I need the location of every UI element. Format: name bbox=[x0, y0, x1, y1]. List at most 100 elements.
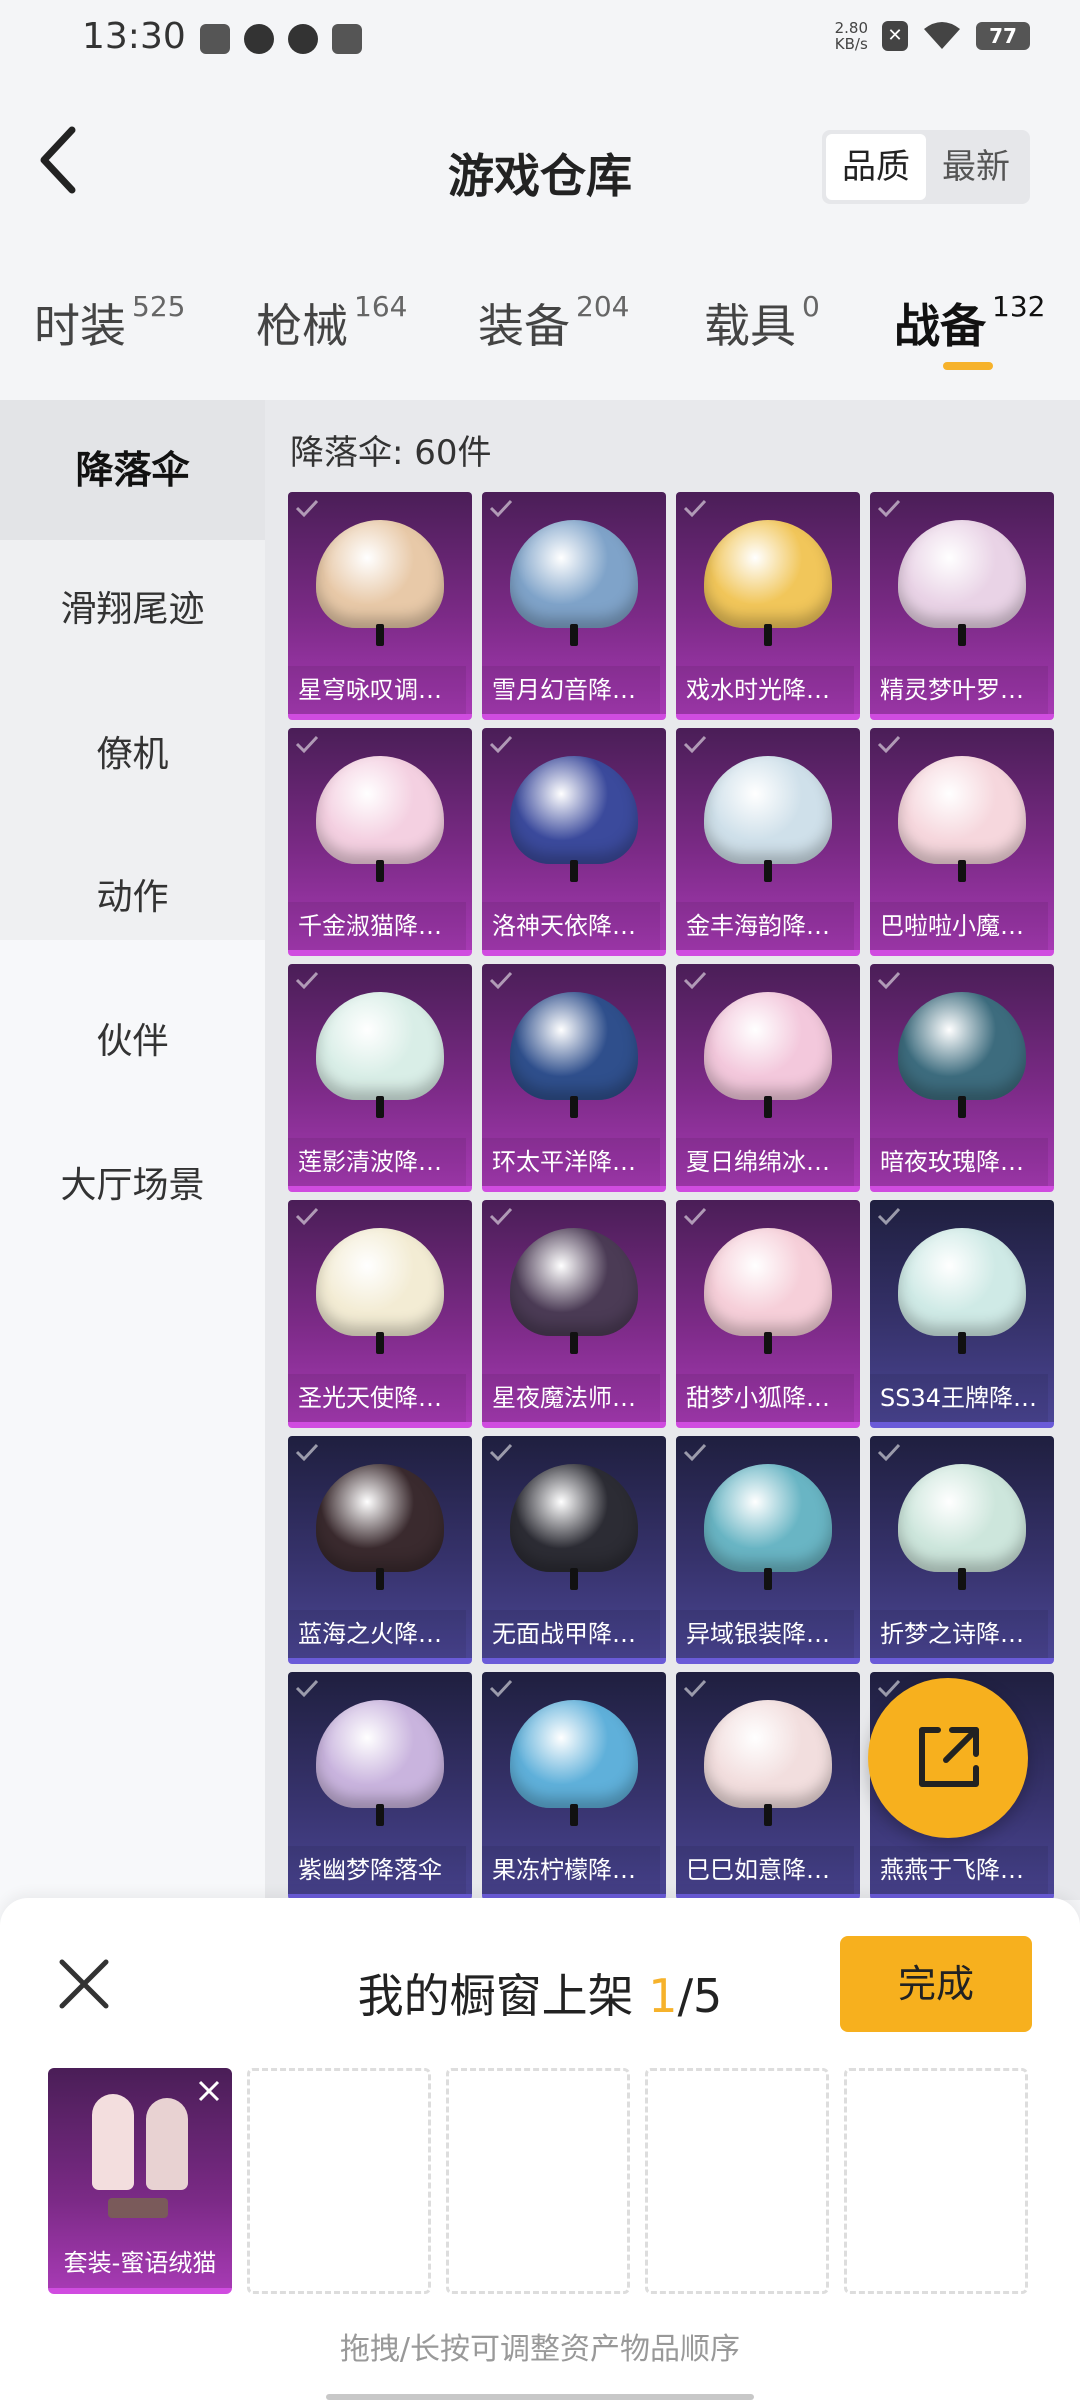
sidebar-item-glide-trail[interactable]: 滑翔尾迹 bbox=[0, 540, 265, 680]
parachute-image bbox=[704, 1228, 832, 1336]
parachute-strap bbox=[958, 1568, 966, 1590]
parachute-image bbox=[316, 520, 444, 628]
item-card[interactable]: 星穹咏叹调… bbox=[288, 492, 472, 720]
tab-equipment[interactable]: 装备 204 bbox=[478, 290, 629, 356]
item-card[interactable]: 雪月幻音降… bbox=[482, 492, 666, 720]
sidebar-item-companion[interactable]: 伙伴 bbox=[0, 972, 265, 1112]
sidebar-item-lobby-scene[interactable]: 大厅场景 bbox=[0, 1116, 265, 1256]
parachute-image bbox=[898, 992, 1026, 1100]
item-card[interactable]: 蓝海之火降… bbox=[288, 1436, 472, 1664]
parachute-strap bbox=[376, 1804, 384, 1826]
tab-label: 载具 bbox=[704, 299, 796, 353]
tab-vehicles[interactable]: 载具 0 bbox=[704, 290, 820, 356]
checkmark-icon bbox=[295, 499, 319, 518]
empty-slot[interactable] bbox=[247, 2068, 431, 2294]
parachute-image bbox=[510, 992, 638, 1100]
tab-count: 0 bbox=[802, 290, 820, 323]
net-speed: 2.80 KB/s bbox=[835, 20, 868, 52]
empty-slot[interactable] bbox=[446, 2068, 630, 2294]
tab-label: 枪械 bbox=[256, 299, 348, 353]
item-card[interactable]: 异域银装降… bbox=[676, 1436, 860, 1664]
item-card[interactable]: 圣光天使降… bbox=[288, 1200, 472, 1428]
checkmark-icon bbox=[295, 1207, 319, 1226]
item-name: 雪月幻音降… bbox=[482, 666, 660, 714]
parachute-image bbox=[898, 1464, 1026, 1572]
parachute-image bbox=[898, 1228, 1026, 1336]
tab-fashion[interactable]: 时装 525 bbox=[34, 290, 185, 356]
item-card[interactable]: 星夜魔法师… bbox=[482, 1200, 666, 1428]
item-card[interactable]: 精灵梦叶罗… bbox=[870, 492, 1054, 720]
parachute-strap bbox=[570, 1096, 578, 1118]
sort-newest-button[interactable]: 最新 bbox=[926, 134, 1026, 200]
parachute-strap bbox=[958, 860, 966, 882]
showcase-slot[interactable]: 套装-蜜语绒猫 bbox=[48, 2068, 232, 2294]
item-name: 星穹咏叹调… bbox=[288, 666, 466, 714]
app-icon bbox=[288, 24, 318, 54]
share-fab[interactable] bbox=[868, 1678, 1028, 1838]
tab-count: 132 bbox=[992, 290, 1046, 323]
sidebar-item-emote[interactable]: 动作 bbox=[0, 828, 265, 968]
gallery-icon bbox=[200, 24, 230, 54]
item-card[interactable]: 果冻柠檬降… bbox=[482, 1672, 666, 1900]
item-name: 洛神天依降… bbox=[482, 902, 660, 950]
qq-icon bbox=[244, 24, 274, 54]
parachute-image bbox=[316, 1464, 444, 1572]
parachute-image bbox=[316, 1228, 444, 1336]
checkmark-icon bbox=[489, 1679, 513, 1698]
item-card[interactable]: 巴啦啦小魔… bbox=[870, 728, 1054, 956]
message-icon bbox=[332, 24, 362, 54]
item-card[interactable]: 洛神天依降… bbox=[482, 728, 666, 956]
checkmark-icon bbox=[489, 971, 513, 990]
parachute-strap bbox=[376, 1096, 384, 1118]
notification-icons bbox=[200, 24, 362, 54]
parachute-strap bbox=[570, 1332, 578, 1354]
item-card[interactable]: 巳巳如意降… bbox=[676, 1672, 860, 1900]
item-card[interactable]: 无面战甲降… bbox=[482, 1436, 666, 1664]
empty-slot[interactable] bbox=[844, 2068, 1028, 2294]
item-name: 果冻柠檬降… bbox=[482, 1846, 660, 1894]
done-button[interactable]: 完成 bbox=[840, 1936, 1032, 2032]
status-bar: 13:30 2.80 KB/s ✕ 77 bbox=[0, 0, 1080, 80]
status-time: 13:30 bbox=[82, 16, 186, 57]
item-card[interactable]: 暗夜玫瑰降… bbox=[870, 964, 1054, 1192]
item-name: 夏日绵绵冰… bbox=[676, 1138, 854, 1186]
checkmark-icon bbox=[877, 971, 901, 990]
item-card[interactable]: 千金淑猫降… bbox=[288, 728, 472, 956]
parachute-strap bbox=[570, 1804, 578, 1826]
sidebar-item-wingman[interactable]: 僚机 bbox=[0, 685, 265, 825]
item-card[interactable]: 甜梦小狐降… bbox=[676, 1200, 860, 1428]
empty-slot[interactable] bbox=[645, 2068, 829, 2294]
showcase-max-count: /5 bbox=[677, 1969, 723, 2023]
home-indicator[interactable] bbox=[326, 2394, 754, 2400]
item-card[interactable]: 紫幽梦降落伞 bbox=[288, 1672, 472, 1900]
parachute-image bbox=[510, 1228, 638, 1336]
item-card[interactable]: 戏水时光降… bbox=[676, 492, 860, 720]
item-card[interactable]: 环太平洋降… bbox=[482, 964, 666, 1192]
tab-weapons[interactable]: 枪械 164 bbox=[256, 290, 407, 356]
parachute-strap bbox=[376, 624, 384, 646]
parachute-strap bbox=[958, 1332, 966, 1354]
tab-supplies[interactable]: 战备 132 bbox=[894, 290, 1045, 356]
checkmark-icon bbox=[683, 499, 707, 518]
checkmark-icon bbox=[295, 971, 319, 990]
item-card[interactable]: 夏日绵绵冰… bbox=[676, 964, 860, 1192]
parachute-image bbox=[316, 756, 444, 864]
showcase-sheet: 我的橱窗上架 1/5 完成 套装-蜜语绒猫 拖拽/长按可调整资产物品顺序 bbox=[0, 1898, 1080, 2408]
item-card[interactable]: 折梦之诗降… bbox=[870, 1436, 1054, 1664]
item-card[interactable]: 莲影清波降… bbox=[288, 964, 472, 1192]
checkmark-icon bbox=[489, 1443, 513, 1462]
item-card[interactable]: 金丰海韵降… bbox=[676, 728, 860, 956]
remove-icon[interactable] bbox=[192, 2074, 226, 2108]
checkmark-icon bbox=[683, 971, 707, 990]
wifi-icon bbox=[924, 22, 960, 49]
showcase-title-prefix: 我的橱窗上架 bbox=[357, 1969, 649, 2023]
item-card[interactable]: SS34王牌降… bbox=[870, 1200, 1054, 1428]
item-name: 折梦之诗降… bbox=[870, 1610, 1048, 1658]
item-name: 巴啦啦小魔… bbox=[870, 902, 1048, 950]
tab-label: 装备 bbox=[478, 299, 570, 353]
sidebar-item-parachute[interactable]: 降落伞 bbox=[0, 400, 265, 540]
item-name: 戏水时光降… bbox=[676, 666, 854, 714]
checkmark-icon bbox=[295, 1679, 319, 1698]
parachute-image bbox=[510, 1700, 638, 1808]
sort-quality-button[interactable]: 品质 bbox=[826, 134, 926, 200]
